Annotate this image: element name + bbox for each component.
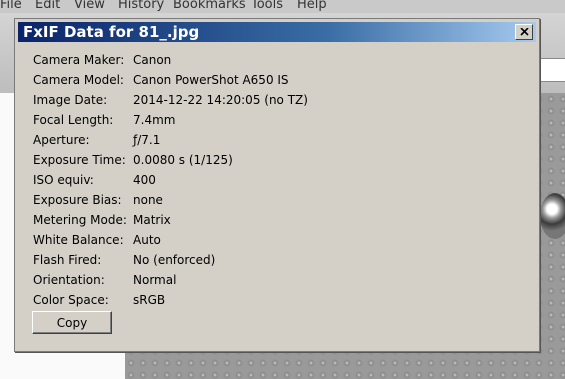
field-label: Exposure Time: <box>33 153 126 167</box>
menu-help[interactable]: Help <box>297 0 327 12</box>
field-value: 400 <box>133 173 156 187</box>
copy-button[interactable]: Copy <box>32 311 112 334</box>
field-label: Aperture: <box>33 133 90 147</box>
field-value: 7.4mm <box>133 113 176 127</box>
menu-history[interactable]: History <box>118 0 164 12</box>
field-label: Metering Mode: <box>33 213 127 227</box>
field-label: Orientation: <box>33 273 105 287</box>
field-value: Canon PowerShot A650 IS <box>133 73 289 87</box>
menu-tools[interactable]: Tools <box>251 0 283 12</box>
field-value: Matrix <box>133 213 171 227</box>
field-value: sRGB <box>133 293 166 307</box>
field-label: Color Space: <box>33 293 109 307</box>
field-label: White Balance: <box>33 233 124 247</box>
menu-bookmarks[interactable]: Bookmarks <box>173 0 246 12</box>
menu-view[interactable]: View <box>74 0 105 12</box>
field-value: Auto <box>133 233 161 247</box>
field-value: none <box>133 193 163 207</box>
field-label: Focal Length: <box>33 113 114 127</box>
menu-file[interactable]: File <box>0 0 22 12</box>
close-icon <box>519 28 529 36</box>
fxif-dialog: FxIF Data for 81_.jpg Camera Maker: Cano… <box>14 18 540 352</box>
field-value: 2014-12-22 14:20:05 (no TZ) <box>133 93 308 107</box>
menu-bar: File Edit View History Bookmarks Tools H… <box>0 0 565 13</box>
field-value: ƒ/7.1 <box>133 133 161 147</box>
dialog-titlebar[interactable]: FxIF Data for 81_.jpg <box>18 22 536 42</box>
field-label: Exposure Bias: <box>33 193 122 207</box>
field-value: 0.0080 s (1/125) <box>133 153 233 167</box>
field-label: Flash Fired: <box>33 253 102 267</box>
field-label: Image Date: <box>33 93 108 107</box>
field-value: Normal <box>133 273 177 287</box>
close-button[interactable] <box>515 24 533 40</box>
field-label: ISO equiv: <box>33 173 94 187</box>
field-label: Camera Maker: <box>33 53 125 67</box>
menu-edit[interactable]: Edit <box>35 0 60 12</box>
field-value: No (enforced) <box>133 253 216 267</box>
water-drop <box>540 193 565 239</box>
field-label: Camera Model: <box>33 73 124 87</box>
field-value: Canon <box>133 53 172 67</box>
dialog-title: FxIF Data for 81_.jpg <box>23 23 200 41</box>
